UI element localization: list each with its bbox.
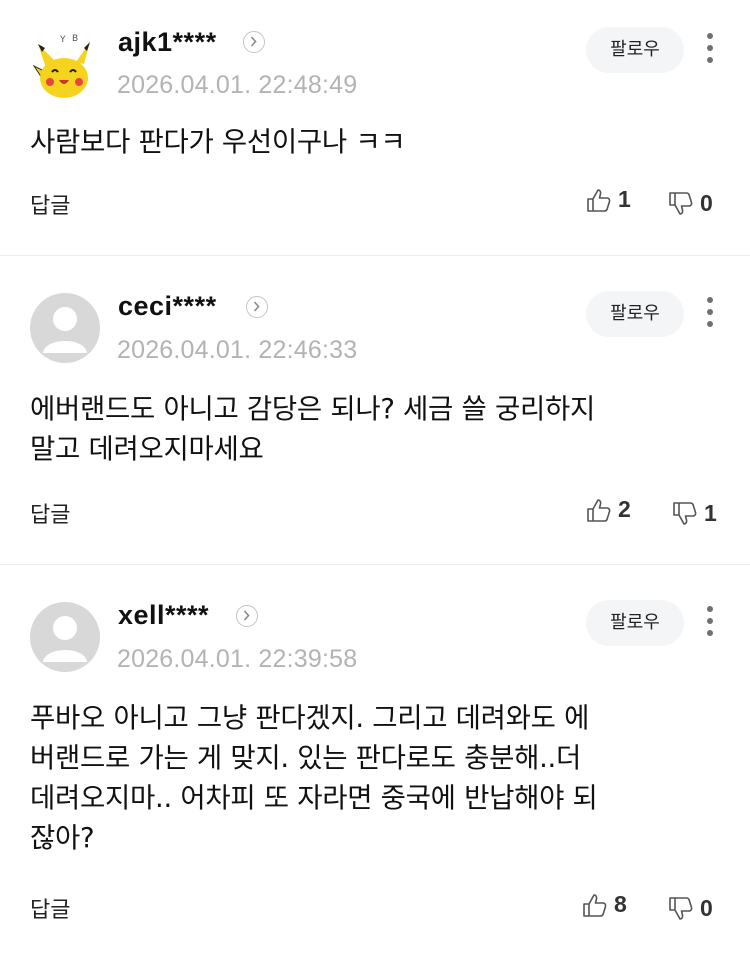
thumbs-up-icon: [587, 498, 611, 522]
chevron-right-icon[interactable]: [243, 31, 265, 53]
pikachu-avatar-icon: Y B: [30, 30, 100, 100]
comment-text-line: 데려오지마.. 어차피 또 자라면 중국에 반납해야 되: [30, 782, 598, 814]
thumbs-up-icon: [587, 188, 611, 212]
comment-item: xell**** 2026.04.01. 22:39:58 팔로우 푸바오 아니…: [0, 565, 750, 959]
more-options-icon[interactable]: [704, 606, 716, 640]
reply-button[interactable]: 답글: [30, 497, 70, 529]
like-count: 1: [618, 186, 631, 212]
dislike-button[interactable]: 1: [672, 500, 717, 527]
chevron-right-icon[interactable]: [236, 605, 258, 627]
chevron-right-icon[interactable]: [246, 296, 268, 318]
follow-button[interactable]: 팔로우: [586, 291, 684, 337]
svg-text:B: B: [72, 34, 78, 44]
comment-item: Y B ajk1**** 2026.04.01. 22:48:49 팔로우 사람…: [0, 0, 750, 256]
avatar[interactable]: Y B: [30, 30, 100, 100]
dislike-count: 0: [700, 190, 713, 216]
comment-item: ceci**** 2026.04.01. 22:46:33 팔로우 에버랜드도 …: [0, 256, 750, 565]
comment-text-line: 푸바오 아니고 그냥 판다겠지. 그리고 데려와도 에: [30, 702, 590, 734]
avatar[interactable]: [30, 293, 100, 363]
follow-button[interactable]: 팔로우: [586, 27, 684, 73]
follow-button[interactable]: 팔로우: [586, 600, 684, 646]
more-options-icon[interactable]: [704, 297, 716, 331]
comment-text: 사람보다 판다가 우선이구나 ㅋㅋ: [30, 122, 720, 162]
default-avatar-icon: [43, 616, 87, 662]
like-button[interactable]: 1: [586, 186, 631, 213]
thumbs-down-icon: [669, 896, 693, 920]
timestamp: 2026.04.01. 22:39:58: [117, 645, 358, 673]
more-options-icon[interactable]: [704, 33, 716, 67]
comment-text-line: 버랜드로 가는 게 맞지. 있는 판다로도 충분해..더: [30, 742, 581, 774]
comment-text-line: 사람보다 판다가 우선이구나 ㅋㅋ: [30, 126, 406, 158]
comment-text-line: 에버랜드도 아니고 감당은 되나? 세금 쓸 궁리하지: [30, 393, 595, 425]
like-count: 2: [618, 496, 631, 522]
like-count: 8: [614, 891, 627, 917]
default-avatar-icon: [43, 307, 87, 353]
like-button[interactable]: 8: [582, 891, 627, 918]
thumbs-down-icon: [669, 191, 693, 215]
dislike-button[interactable]: 0: [668, 190, 713, 217]
thumbs-up-icon: [583, 893, 607, 917]
username[interactable]: ceci****: [118, 291, 217, 322]
timestamp: 2026.04.01. 22:48:49: [117, 71, 358, 99]
thumbs-down-icon: [673, 501, 697, 525]
reply-button[interactable]: 답글: [30, 188, 70, 220]
reply-button[interactable]: 답글: [30, 892, 70, 924]
svg-text:Y: Y: [59, 35, 66, 45]
username[interactable]: xell****: [118, 600, 209, 631]
avatar[interactable]: [30, 602, 100, 672]
username[interactable]: ajk1****: [118, 27, 217, 58]
dislike-count: 0: [700, 895, 713, 921]
comment-text-line: 잖아?: [30, 822, 95, 854]
like-button[interactable]: 2: [586, 496, 631, 523]
comment-text: 에버랜드도 아니고 감당은 되나? 세금 쓸 궁리하지 말고 데려오지마세요: [30, 389, 720, 469]
comment-text: 푸바오 아니고 그냥 판다겠지. 그리고 데려와도 에 버랜드로 가는 게 맞지…: [30, 698, 720, 858]
comment-text-line: 말고 데려오지마세요: [30, 433, 264, 465]
dislike-button[interactable]: 0: [668, 895, 713, 922]
timestamp: 2026.04.01. 22:46:33: [117, 336, 358, 364]
dislike-count: 1: [704, 500, 717, 526]
